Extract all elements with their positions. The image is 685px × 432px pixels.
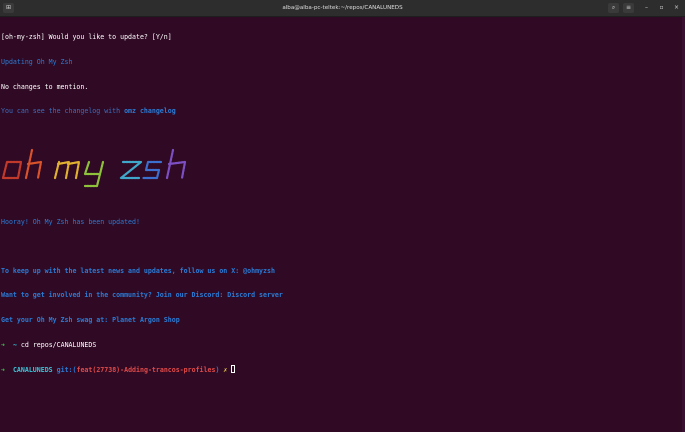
prompt-dir: CANALUNEDS [12, 366, 53, 375]
output-line: No changes to mention. [1, 82, 89, 91]
dirty-mark-icon: ✗ [223, 366, 228, 375]
output-line: Get your Oh My Zsh swag at: Planet Argon… [1, 316, 677, 324]
terminal-output[interactable]: [oh-my-zsh] Would you like to update? [Y… [1, 17, 677, 429]
ohmyzsh-logo-icon [1, 148, 187, 188]
ohmyzsh-ascii-art [1, 144, 677, 193]
prompt-arrow-icon: ➜ [1, 366, 5, 375]
git-prefix: git:( [56, 366, 77, 375]
title-bar: ⊞ alba@alba-pc-teltek:~/repos/CANALUNEDS… [0, 0, 685, 17]
output-line: Hooray! Oh My Zsh has been updated! [1, 217, 140, 226]
changelog-command: omz changelog [124, 107, 176, 116]
prompt-line: ➜ CANALUNEDS git:(feat(27738)-Adding-tra… [1, 365, 677, 375]
window-title: alba@alba-pc-teltek:~/repos/CANALUNEDS [282, 5, 403, 11]
prompt-line: ➜ ~ cd repos/CANALUNEDS [1, 341, 677, 349]
prompt-arrow-icon: ➜ [1, 340, 5, 349]
output-line: [oh-my-zsh] Would you like to update? [Y… [1, 33, 172, 42]
terminal-window: ⊞ alba@alba-pc-teltek:~/repos/CANALUNEDS… [0, 0, 685, 432]
news-text: To keep up with the latest news and upda… [1, 266, 240, 275]
text-cursor[interactable] [231, 365, 236, 374]
x-handle-link[interactable]: @ohmyzsh [243, 267, 275, 275]
output-line: To keep up with the latest news and upda… [1, 267, 677, 275]
git-suffix: ) [215, 366, 220, 375]
shop-link[interactable]: Planet Argon Shop [112, 316, 180, 324]
prompt-dir: ~ [12, 340, 17, 349]
hamburger-menu-icon[interactable]: ≡ [623, 3, 634, 13]
search-icon[interactable]: ⌕ [608, 3, 619, 13]
minimize-button[interactable]: – [641, 3, 652, 13]
changelog-hint: You can see the changelog with [1, 107, 121, 116]
close-button[interactable]: × [671, 3, 682, 13]
output-line: Want to get involved in the community? J… [1, 291, 677, 299]
maximize-button[interactable]: ▫ [656, 3, 667, 13]
swag-text: Get your Oh My Zsh swag at: [1, 315, 109, 324]
output-line: Updating Oh My Zsh [1, 58, 73, 66]
command-text: cd repos/CANALUNEDS [20, 340, 97, 349]
output-line: You can see the changelog with omz chang… [1, 107, 677, 115]
discord-link[interactable]: Discord server [227, 291, 283, 299]
git-branch: feat(27738)-Adding-trancos-profiles [76, 366, 216, 375]
community-text: Want to get involved in the community? J… [1, 291, 224, 300]
